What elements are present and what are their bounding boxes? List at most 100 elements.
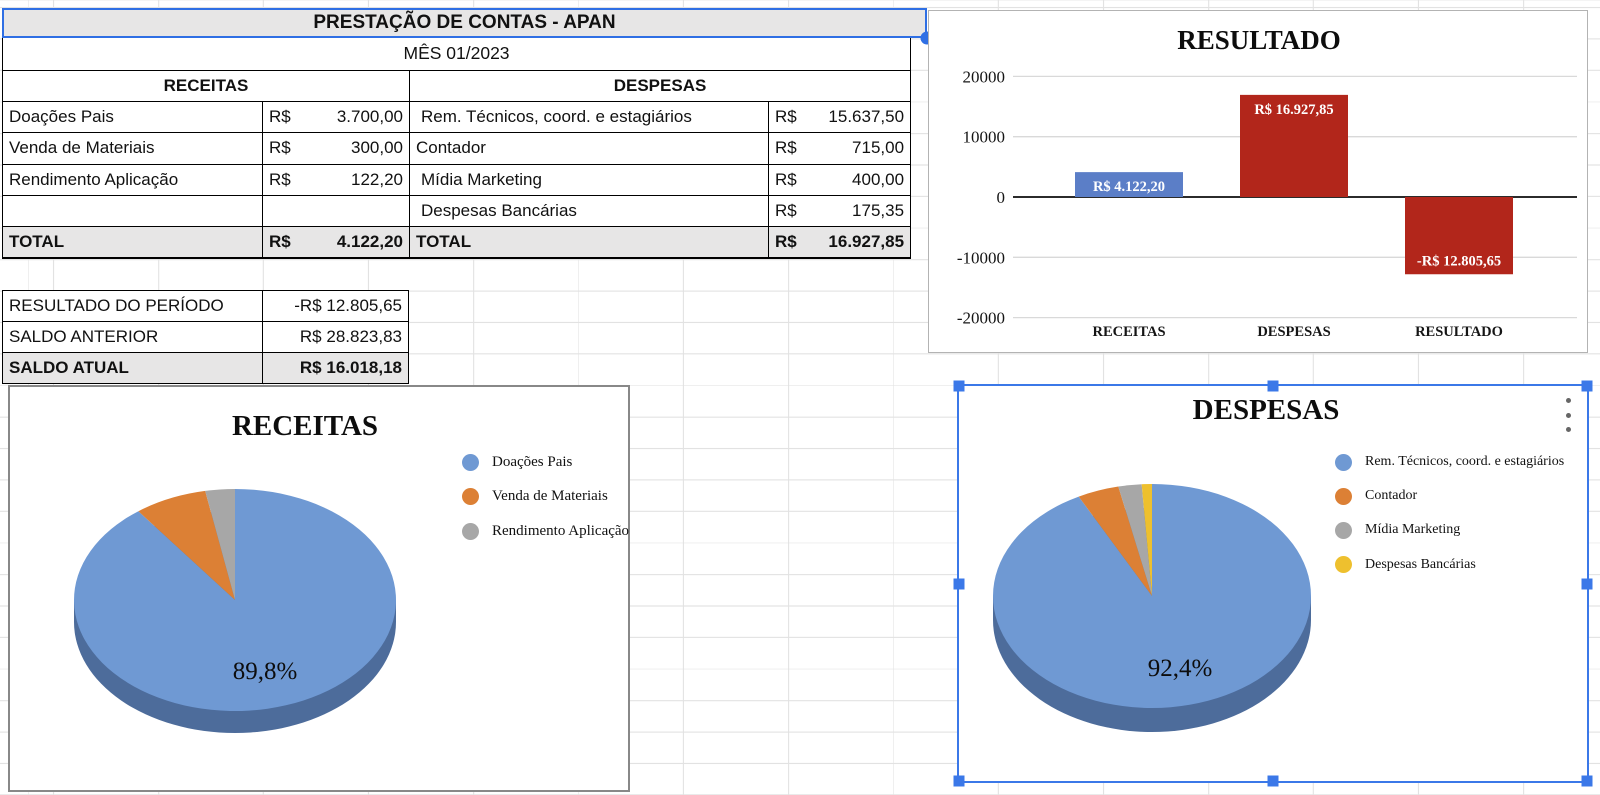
- cell-receita-label[interactable]: Doações Pais: [2, 100, 263, 134]
- selection-handle-ne[interactable]: [1581, 380, 1593, 392]
- legend-swatch-icon: [462, 522, 479, 540]
- cell-sheet-title[interactable]: PRESTAÇÃO DE CONTAS - APAN: [2, 8, 927, 38]
- legend-swatch-icon: [462, 453, 479, 471]
- cell-receitas-header[interactable]: RECEITAS: [2, 69, 410, 102]
- spreadsheet-canvas: PRESTAÇÃO DE CONTAS - APAN MÊS 01/2023 R…: [0, 0, 1600, 795]
- cell-receita-label[interactable]: [2, 195, 263, 228]
- menu-dot: [1565, 398, 1571, 403]
- selection-handle-sw[interactable]: [953, 775, 965, 787]
- x-axis-category-label: DESPESAS: [1257, 324, 1330, 340]
- bar-value-label: R$ 16.927,85: [1254, 102, 1333, 118]
- cell-receita-value[interactable]: R$ 122,20: [262, 163, 410, 197]
- amount: 4.122,20: [336, 232, 403, 252]
- cell-despesa-value[interactable]: R$ 715,00: [767, 132, 912, 165]
- bar-value-label: R$ 4.122,20: [1093, 179, 1165, 195]
- percent-label: 92,4%: [1148, 655, 1213, 682]
- cell-receita-label[interactable]: Rendimento Aplicação: [2, 163, 263, 197]
- legend-label: Venda de Materiais: [492, 488, 608, 505]
- y-axis-tick-label: 20000: [963, 67, 1006, 86]
- amount: 15.637,50: [828, 107, 905, 127]
- legend-item: Venda de Materiais: [462, 480, 629, 515]
- summary-table: RESULTADO DO PERÍODO -R$ 12.805,65 SALDO…: [2, 290, 409, 384]
- amount: 3.700,00: [336, 107, 403, 127]
- legend-item: Despesas Bancárias: [1335, 548, 1564, 582]
- chart-title: RESULTADO: [1177, 25, 1341, 55]
- chart-title: DESPESAS: [1193, 394, 1340, 426]
- cell-despesa-value[interactable]: R$ 400,00: [767, 163, 912, 197]
- currency-symbol: R$: [775, 232, 797, 252]
- legend-label: Mídia Marketing: [1365, 522, 1461, 538]
- legend-item: Contador: [1335, 479, 1564, 513]
- x-axis-category-label: RESULTADO: [1415, 324, 1503, 340]
- cell-resultado-periodo-value[interactable]: -R$ 12.805,65: [262, 290, 409, 322]
- currency-symbol: R$: [269, 107, 291, 127]
- chart-receitas[interactable]: RECEITAS 89,8% Doações Pais Venda de Mater…: [8, 385, 630, 792]
- cell-despesa-label[interactable]: Mídia Marketing: [409, 163, 769, 197]
- legend-item: Mídia Marketing: [1335, 513, 1564, 547]
- amount: 300,00: [351, 138, 403, 158]
- currency-symbol: R$: [775, 169, 797, 189]
- selection-handle-s[interactable]: [1267, 775, 1279, 787]
- amount: 400,00: [852, 169, 905, 189]
- cell-despesas-header[interactable]: DESPESAS: [408, 69, 912, 102]
- amount: 175,35: [852, 201, 905, 221]
- legend-swatch-icon: [1335, 521, 1352, 539]
- accounts-table: MÊS 01/2023 RECEITAS DESPESAS Doações Pa…: [1, 38, 912, 260]
- currency-symbol: R$: [269, 232, 291, 252]
- legend-item: Doações Pais: [462, 445, 629, 480]
- amount: 715,00: [852, 138, 905, 158]
- cell-despesa-value[interactable]: R$ 15.637,50: [767, 100, 912, 134]
- legend-swatch-icon: [1335, 556, 1352, 574]
- cell-despesa-label[interactable]: Despesas Bancárias: [409, 195, 769, 228]
- cell-resultado-periodo-label[interactable]: RESULTADO DO PERÍODO: [2, 290, 263, 322]
- menu-dot: [1565, 427, 1571, 432]
- amount: 16.927,85: [828, 232, 905, 252]
- y-axis-tick-label: -10000: [957, 248, 1005, 267]
- selection-handle-w[interactable]: [953, 578, 965, 589]
- cell-receita-value[interactable]: R$ 3.700,00: [262, 100, 410, 134]
- cell-despesa-value[interactable]: R$ 175,35: [767, 195, 912, 228]
- cell-saldo-anterior-value[interactable]: R$ 28.823,83: [262, 321, 409, 353]
- selection-handle-n[interactable]: [1267, 380, 1279, 392]
- cell-despesa-label[interactable]: Rem. Técnicos, coord. e estagiários: [409, 100, 769, 134]
- cell-saldo-atual-value[interactable]: R$ 16.018,18: [262, 352, 409, 384]
- cell-receitas-total-value[interactable]: R$ 4.122,20: [262, 226, 410, 260]
- legend-swatch-icon: [1335, 487, 1352, 505]
- cell-despesa-label[interactable]: Contador: [409, 132, 769, 165]
- y-axis-tick-label: 10000: [963, 128, 1006, 147]
- despesas-legend: Rem. Técnicos, coord. e estagiários Conta…: [1335, 445, 1564, 582]
- legend-label: Despesas Bancárias: [1365, 556, 1476, 572]
- cell-despesas-total-value[interactable]: R$ 16.927,85: [767, 226, 912, 260]
- currency-symbol: R$: [269, 169, 291, 189]
- cell-receitas-total-label[interactable]: TOTAL: [2, 226, 263, 260]
- legend-item: Rem. Técnicos, coord. e estagiários: [1335, 445, 1564, 479]
- amount: 122,20: [351, 169, 403, 189]
- percent-label: 89,8%: [233, 658, 298, 685]
- resultado-bar-svg: RESULTADO 20000 10000 0 -10000 -20000 R$ 4.122…: [957, 25, 1577, 340]
- cell-month[interactable]: MÊS 01/2023: [1, 38, 912, 71]
- cell-saldo-anterior-label[interactable]: SALDO ANTERIOR: [2, 321, 263, 353]
- chart-despesas[interactable]: DESPESAS 92,4% Rem. Técnicos, coord. e es…: [958, 385, 1588, 783]
- legend-label: Doações Pais: [492, 453, 573, 470]
- cell-receita-label[interactable]: Venda de Materiais: [2, 132, 263, 165]
- chart-title: RECEITAS: [232, 410, 378, 442]
- legend-label: Contador: [1365, 488, 1418, 504]
- selection-handle-se[interactable]: [1581, 775, 1593, 787]
- bar-value-label: -R$ 12.805,65: [1417, 253, 1501, 269]
- selection-handle-e[interactable]: [1581, 578, 1593, 589]
- cell-receita-value[interactable]: [262, 195, 410, 228]
- x-axis-category-label: RECEITAS: [1092, 324, 1165, 340]
- cell-receita-value[interactable]: R$ 300,00: [262, 132, 410, 165]
- currency-symbol: R$: [775, 107, 797, 127]
- legend-label: Rendimento Aplicação: [492, 522, 630, 539]
- selection-handle-nw[interactable]: [953, 380, 965, 392]
- menu-dot: [1565, 412, 1571, 418]
- chart-resultado[interactable]: RESULTADO 20000 10000 0 -10000 -20000 R$ 4.122…: [928, 10, 1588, 353]
- legend-label: Rem. Técnicos, coord. e estagiários: [1365, 454, 1565, 470]
- chart-options-menu-button[interactable]: [1561, 398, 1575, 432]
- receitas-legend: Doações Pais Venda de Materiais Rendimento…: [462, 445, 629, 549]
- y-axis-tick-label: -20000: [957, 309, 1005, 328]
- cell-saldo-atual-label[interactable]: SALDO ATUAL: [2, 352, 263, 384]
- legend-item: Rendimento Aplicação: [462, 514, 629, 549]
- cell-despesas-total-label[interactable]: TOTAL: [409, 226, 769, 260]
